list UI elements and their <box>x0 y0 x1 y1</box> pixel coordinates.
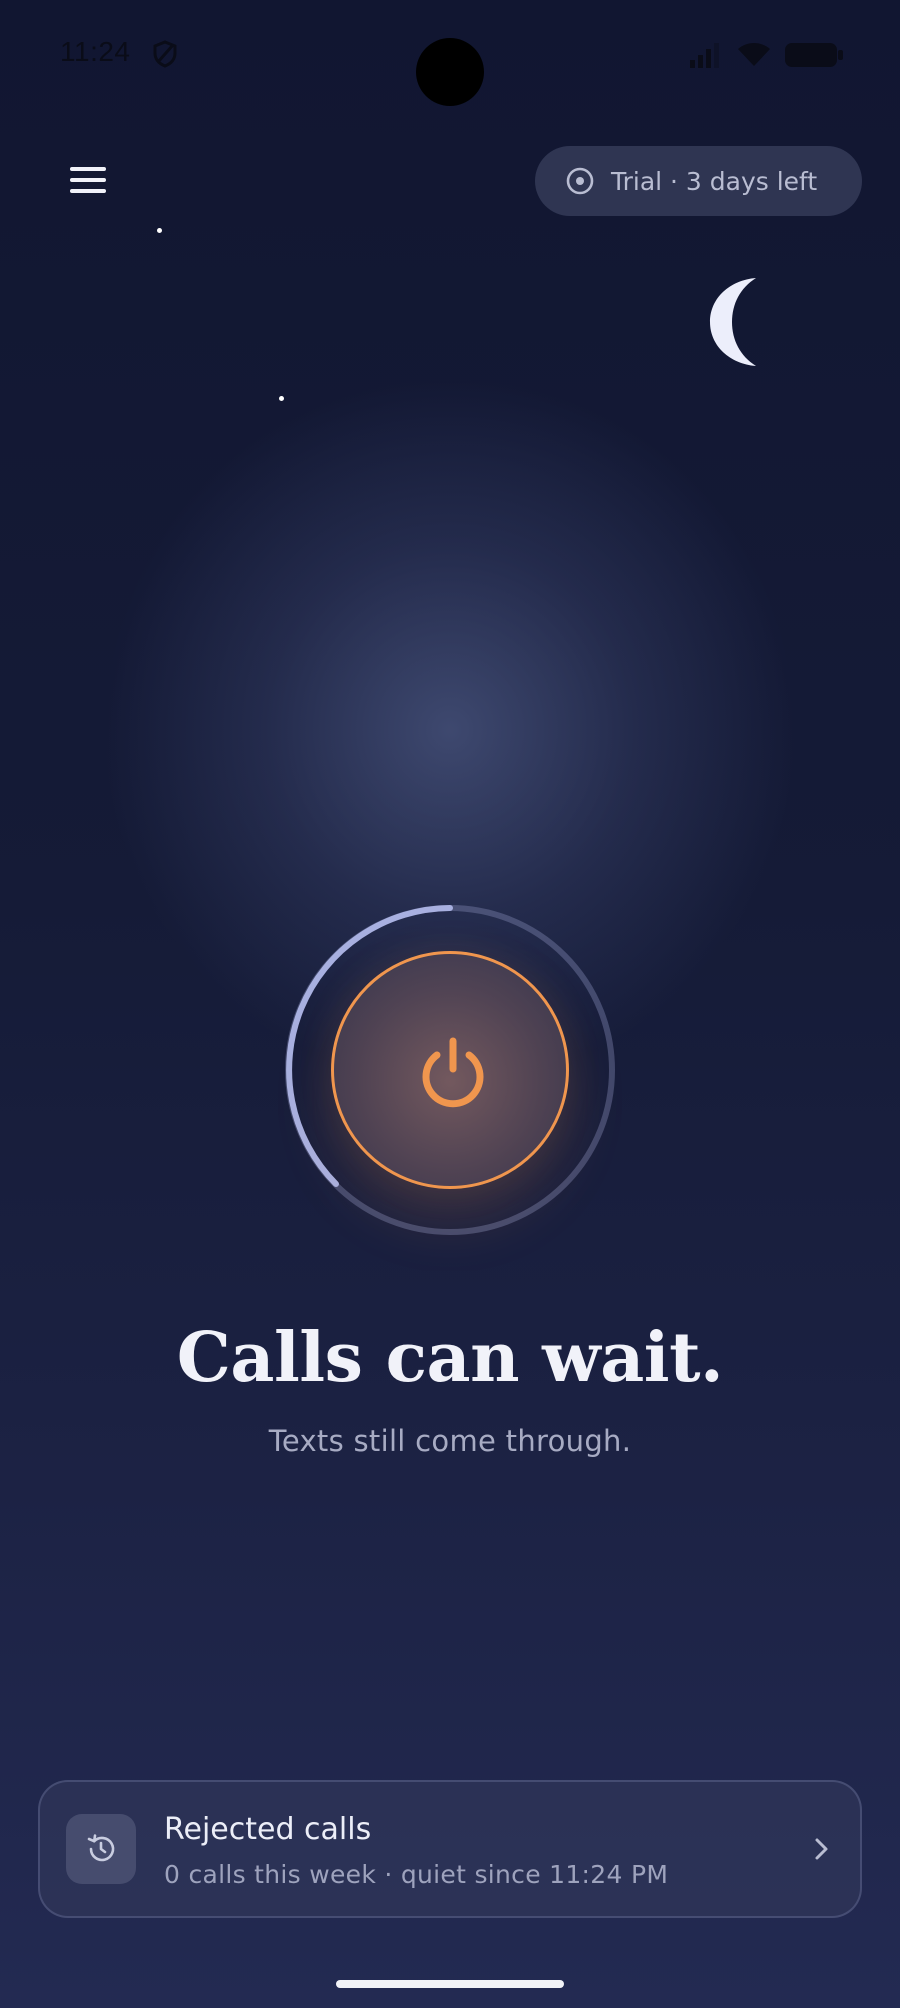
card-title: Rejected calls <box>164 1812 372 1847</box>
history-icon-box <box>66 1814 136 1884</box>
rejected-calls-card[interactable]: Rejected calls 0 calls this week · quiet… <box>38 1780 862 1918</box>
power-button[interactable] <box>331 951 569 1189</box>
wifi-icon <box>738 43 770 66</box>
battery-icon <box>785 43 843 67</box>
hamburger-menu-icon[interactable] <box>60 156 116 204</box>
signal-icon <box>690 43 719 68</box>
home-indicator[interactable] <box>336 1980 564 1988</box>
trial-timer-icon <box>566 167 594 195</box>
power-icon <box>422 1037 484 1108</box>
card-subtitle: 0 calls this week · quiet since 11:24 PM <box>164 1860 669 1889</box>
star <box>279 396 284 401</box>
headline: Calls can wait. <box>176 1318 724 1398</box>
camera-cutout <box>416 38 484 106</box>
shield-icon <box>153 40 177 68</box>
chevron-right-icon <box>815 1838 828 1860</box>
history-icon <box>87 1834 115 1862</box>
trial-label: Trial · 3 days left <box>611 166 818 196</box>
status-time: 11:24 <box>60 36 131 67</box>
moon-icon <box>710 278 756 366</box>
status-bar: 11:24 <box>0 0 900 110</box>
subline: Texts still come through. <box>268 1424 632 1458</box>
star <box>157 228 162 233</box>
trial-badge[interactable]: Trial · 3 days left <box>535 146 862 216</box>
